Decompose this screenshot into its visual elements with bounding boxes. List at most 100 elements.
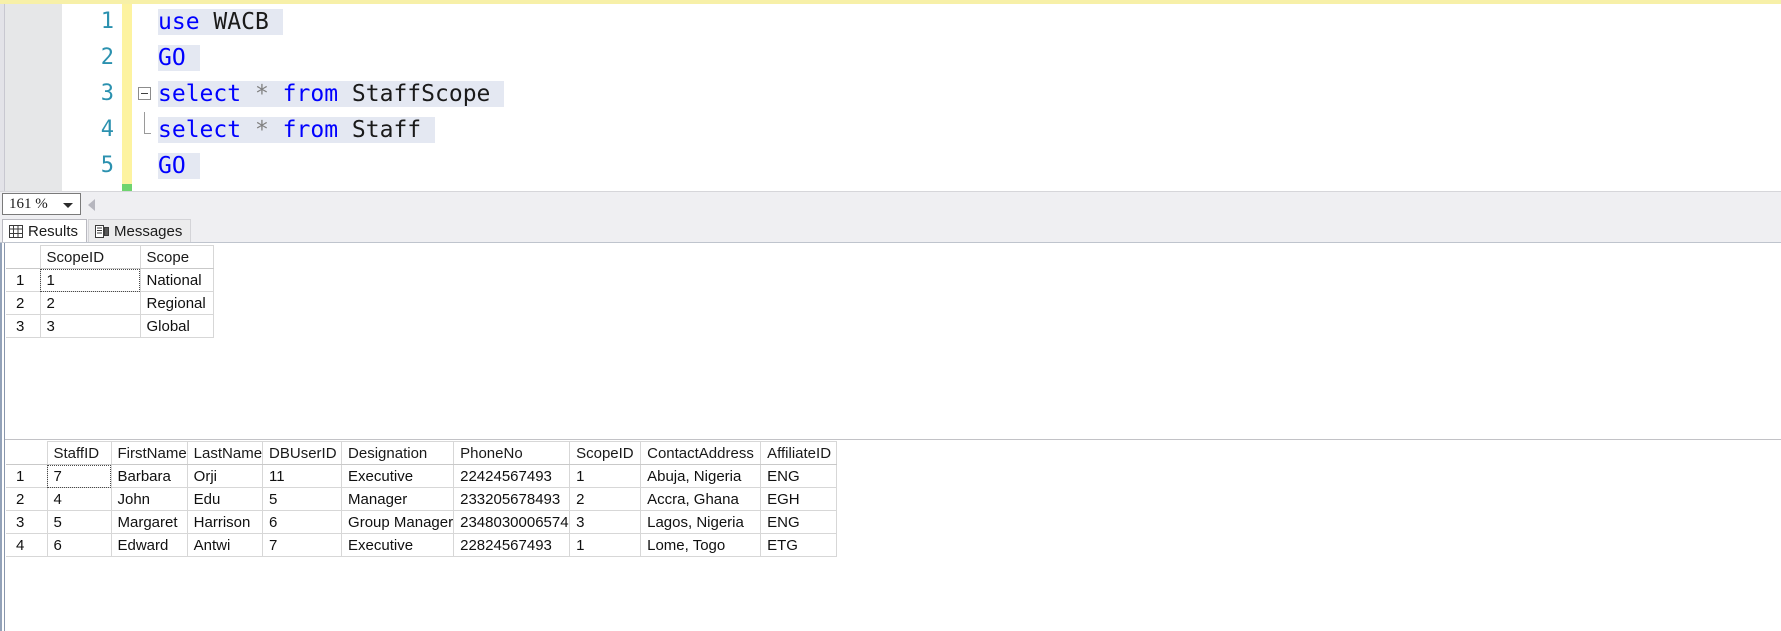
column-header[interactable]: LastName (186, 441, 264, 465)
fold-column[interactable] (136, 4, 156, 40)
code-text[interactable]: use WACB (158, 4, 283, 40)
grid-cell[interactable]: 2 (569, 487, 642, 511)
grid-cell[interactable]: 22424567493 (453, 464, 571, 488)
grid-cell[interactable]: 233205678493 (453, 487, 571, 511)
grid-cell[interactable]: Harrison (186, 510, 264, 534)
column-header[interactable]: PhoneNo (453, 441, 571, 465)
grid-cell[interactable]: Executive (341, 533, 455, 557)
grid-host-0[interactable]: ScopeID Scope 1 1 National 2 2 Regional 3 3 Global (6, 245, 214, 338)
fold-column[interactable] (136, 112, 156, 148)
grid-cell[interactable]: 5 (262, 487, 343, 511)
column-header[interactable]: FirstName (110, 441, 188, 465)
row-header-corner[interactable] (6, 441, 48, 465)
code-line[interactable]: 6 (0, 184, 1781, 191)
grid-cell[interactable]: 22824567493 (453, 533, 571, 557)
code-line[interactable]: 5 GO (0, 148, 1781, 184)
grid-cell[interactable]: Abuja, Nigeria (640, 464, 762, 488)
row-number[interactable]: 2 (6, 291, 41, 315)
grid-cell[interactable]: Barbara (110, 464, 188, 488)
fold-column[interactable] (136, 148, 156, 184)
column-header[interactable]: ScopeID (39, 245, 141, 269)
row-number[interactable]: 4 (6, 533, 48, 557)
grid-cell[interactable]: ENG (760, 510, 838, 534)
code-line[interactable]: 2 GO (0, 40, 1781, 76)
grid-cell[interactable]: 2348030006574 (453, 510, 571, 534)
column-header[interactable]: StaffID (46, 441, 112, 465)
grid-cell[interactable]: 6 (262, 510, 343, 534)
grid-cell[interactable]: 3 (39, 314, 141, 338)
grid-cell[interactable]: National (139, 268, 214, 292)
grid-cell[interactable]: 3 (569, 510, 642, 534)
column-header[interactable]: Scope (139, 245, 214, 269)
row-number[interactable]: 1 (6, 464, 48, 488)
token-kw: use (158, 9, 200, 35)
fold-column[interactable] (136, 76, 156, 112)
tab-messages[interactable]: Messages (88, 219, 192, 242)
code-text[interactable]: select * from StaffScope (158, 76, 505, 112)
grid-cell[interactable]: Edu (186, 487, 264, 511)
grid-cell[interactable]: 2 (39, 291, 141, 315)
grid-cell[interactable]: Lome, Togo (640, 533, 762, 557)
collapse-minus-icon[interactable] (138, 87, 151, 100)
grid-cell[interactable]: 1 (39, 268, 141, 292)
grid-cell[interactable]: 1 (569, 533, 642, 557)
table-row[interactable]: 1 1 National (6, 268, 214, 292)
grid-cell[interactable]: Lagos, Nigeria (640, 510, 762, 534)
grid-cell[interactable]: Orji (186, 464, 264, 488)
code-line[interactable]: 3 select * from StaffScope (0, 76, 1781, 112)
grid-cell[interactable]: John (110, 487, 188, 511)
grid-cell[interactable]: ENG (760, 464, 838, 488)
row-number[interactable]: 3 (6, 510, 48, 534)
code-line[interactable]: 4 select * from Staff (0, 112, 1781, 148)
column-header[interactable]: ContactAddress (640, 441, 762, 465)
grid-cell[interactable]: 11 (262, 464, 343, 488)
grid-cell[interactable]: Executive (341, 464, 455, 488)
column-header[interactable]: ScopeID (569, 441, 642, 465)
table-row[interactable]: 3 5 Margaret Harrison 6 Group Manager 23480300… (6, 510, 838, 534)
grid-cell[interactable]: Antwi (186, 533, 264, 557)
column-header[interactable]: AffiliateID (760, 441, 838, 465)
tab-results[interactable]: Results (2, 219, 88, 242)
grid-cell[interactable]: Accra, Ghana (640, 487, 762, 511)
fold-column[interactable] (136, 40, 156, 76)
editor-text-area[interactable]: 1 use WACB 2 GO 3 select * from StaffScope … (0, 4, 1781, 191)
table-row[interactable]: 2 2 Regional (6, 291, 214, 315)
sql-code-editor[interactable]: 1 use WACB 2 GO 3 select * from StaffScope … (0, 4, 1781, 191)
chevron-down-icon[interactable] (63, 203, 73, 208)
code-line[interactable]: 1 use WACB (0, 4, 1781, 40)
column-header[interactable]: Designation (341, 441, 455, 465)
table-row[interactable]: 4 6 Edward Antwi 7 Executive 22824567493 1 Lome,… (6, 533, 838, 557)
grid-cell[interactable]: 6 (46, 533, 112, 557)
grid-cell[interactable]: 7 (262, 533, 343, 557)
grid-cell[interactable]: 7 (46, 464, 112, 488)
row-number[interactable]: 1 (6, 268, 41, 292)
grid-cell[interactable]: Group Manager (341, 510, 455, 534)
table-row[interactable]: 1 7 Barbara Orji 11 Executive 22424567493 1 Abuj… (6, 464, 838, 488)
staff-results-grid[interactable]: StaffID FirstName LastName DBUserID Designat… (6, 441, 838, 557)
grid-cell[interactable]: EGH (760, 487, 838, 511)
scroll-left-arrow-icon[interactable] (88, 199, 95, 211)
grid-cell[interactable]: Global (139, 314, 214, 338)
column-header[interactable]: DBUserID (262, 441, 343, 465)
grid-cell[interactable]: ETG (760, 533, 838, 557)
grid-host-1[interactable]: StaffID FirstName LastName DBUserID Designat… (6, 441, 838, 557)
code-text[interactable]: select * from Staff (158, 112, 436, 148)
grid-cell[interactable]: 4 (46, 487, 112, 511)
code-text[interactable]: GO (158, 148, 200, 184)
zoom-level-dropdown[interactable]: 161 % (2, 193, 81, 215)
grid-cell[interactable]: Manager (341, 487, 455, 511)
row-number[interactable]: 3 (6, 314, 41, 338)
grid-cell[interactable]: Edward (110, 533, 188, 557)
grid-cell[interactable]: Margaret (110, 510, 188, 534)
table-row[interactable]: 3 3 Global (6, 314, 214, 338)
staffscope-results-grid[interactable]: ScopeID Scope 1 1 National 2 2 Regional 3 3 Global (6, 245, 214, 338)
row-header-corner[interactable] (6, 245, 41, 269)
fold-column[interactable] (136, 184, 156, 191)
table-row[interactable]: 2 4 John Edu 5 Manager 233205678493 2 Accra, Gha… (6, 487, 838, 511)
row-number[interactable]: 2 (6, 487, 48, 511)
grid-cell[interactable]: 5 (46, 510, 112, 534)
code-text[interactable]: GO (158, 40, 200, 76)
grid-cell[interactable]: Regional (139, 291, 214, 315)
grid-cell[interactable]: 1 (569, 464, 642, 488)
